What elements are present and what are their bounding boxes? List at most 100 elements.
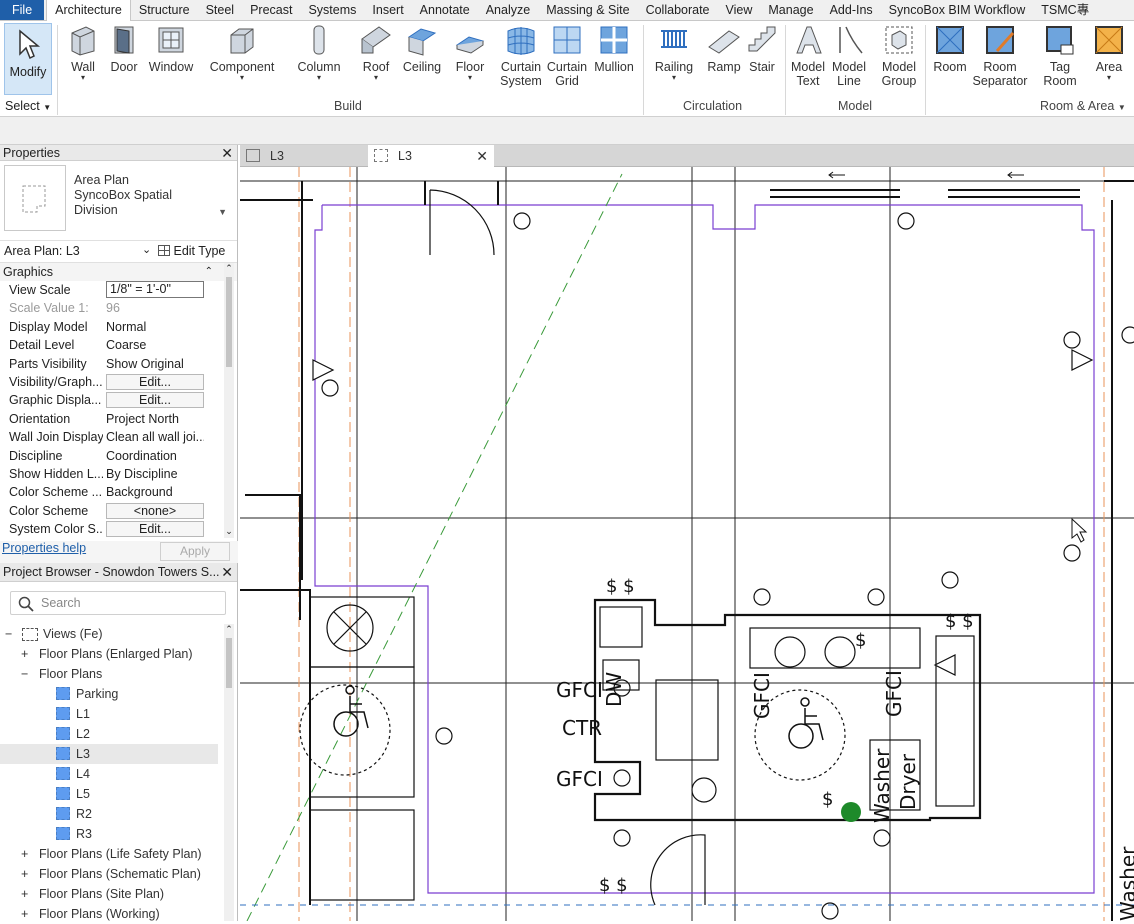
model-text-button[interactable]: Model Text	[788, 23, 828, 88]
expand-icon[interactable]: +	[21, 864, 28, 884]
prop-graphic-display[interactable]: Graphic Displa... Edit...	[0, 391, 237, 409]
prop-color-scheme[interactable]: Color Scheme <none>	[0, 502, 237, 520]
drawing-canvas[interactable]: $ $ $ $ $ $ $ $ GFCI CTR GFCI DW GFCI GF…	[240, 167, 1134, 921]
tree-node-life-safety[interactable]: + Floor Plans (Life Safety Plan)	[0, 844, 218, 864]
prop-parts-visibility[interactable]: Parts Visibility Show Original	[0, 355, 237, 373]
search-input[interactable]: Search	[10, 591, 226, 615]
tree-node-views[interactable]: − Views (Fe)	[0, 624, 218, 644]
properties-scrollbar[interactable]: ⌃ ⌄	[224, 263, 234, 538]
apply-button[interactable]: Apply	[160, 542, 230, 561]
edit-type-button[interactable]: Edit Type	[158, 244, 225, 258]
prop-discipline[interactable]: Discipline Coordination	[0, 447, 237, 465]
tag-room-button[interactable]: Tag Room	[1038, 23, 1082, 88]
prop-wall-join[interactable]: Wall Join Display Clean all wall joi...	[0, 428, 237, 446]
stair-button[interactable]: Stair	[744, 23, 780, 74]
expand-icon[interactable]: +	[21, 904, 28, 924]
ceiling-button[interactable]: Ceiling	[400, 23, 444, 74]
select-dropdown[interactable]: Select ▼	[5, 99, 51, 113]
tab-view[interactable]: View	[718, 0, 761, 20]
close-icon[interactable]: ✕	[476, 145, 488, 167]
close-icon[interactable]: ✕	[221, 563, 233, 582]
type-selector[interactable]: Area Plan SyncoBox Spatial Division ▼	[0, 161, 237, 241]
prop-value[interactable]: Background	[106, 483, 204, 501]
tree-node-site[interactable]: + Floor Plans (Site Plan)	[0, 884, 218, 904]
wall-button[interactable]: Wall ▾	[64, 23, 102, 82]
prop-value[interactable]: Clean all wall joi...	[106, 428, 204, 446]
tab-syncobox[interactable]: SyncoBox BIM Workflow	[881, 0, 1034, 20]
tree-item-l1[interactable]: L1	[0, 704, 218, 724]
room-separator-button[interactable]: Room Separator	[970, 23, 1030, 88]
scroll-up-icon[interactable]: ⌃	[224, 263, 234, 275]
tab-collaborate[interactable]: Collaborate	[638, 0, 718, 20]
prop-value[interactable]: By Discipline	[106, 465, 204, 483]
window-button[interactable]: Window	[146, 23, 196, 74]
tab-massing-site[interactable]: Massing & Site	[538, 0, 637, 20]
tree-item-parking[interactable]: Parking	[0, 684, 218, 704]
color-scheme-button[interactable]: <none>	[106, 502, 204, 519]
tree-node-floor-plans[interactable]: − Floor Plans	[0, 664, 218, 684]
expand-icon[interactable]: +	[21, 844, 28, 864]
edit-button[interactable]: Edit...	[106, 392, 204, 409]
prop-color-scheme-location[interactable]: Color Scheme ... Background	[0, 483, 237, 501]
prop-value[interactable]: Project North	[106, 410, 204, 428]
component-button[interactable]: Component ▾	[207, 23, 277, 82]
tab-insert[interactable]: Insert	[364, 0, 411, 20]
prop-system-color[interactable]: System Color S... Edit...	[0, 520, 237, 538]
model-line-button[interactable]: Model Line	[830, 23, 868, 88]
tree-item-l5[interactable]: L5	[0, 784, 218, 804]
browser-scrollbar[interactable]: ⌃	[224, 624, 234, 921]
area-button[interactable]: Area ▾	[1090, 23, 1128, 82]
prop-show-hidden[interactable]: Show Hidden L... By Discipline	[0, 465, 237, 483]
tab-tsmc[interactable]: TSMC專	[1033, 0, 1097, 20]
mullion-button[interactable]: Mullion	[590, 23, 638, 74]
tab-add-ins[interactable]: Add-Ins	[822, 0, 881, 20]
group-graphics[interactable]: Graphics ⌃	[0, 263, 237, 281]
tree-item-l4[interactable]: L4	[0, 764, 218, 784]
edit-button[interactable]: Edit...	[106, 373, 204, 390]
curtain-system-button[interactable]: Curtain System	[498, 23, 544, 88]
room-button[interactable]: Room	[930, 23, 970, 74]
tab-file[interactable]: File	[0, 0, 45, 20]
model-group-button[interactable]: Model Group	[876, 23, 922, 88]
floor-button[interactable]: Floor ▾	[450, 23, 490, 82]
tab-annotate[interactable]: Annotate	[412, 0, 478, 20]
prop-visibility-graphics[interactable]: Visibility/Graph... Edit...	[0, 373, 237, 391]
prop-orientation[interactable]: Orientation Project North	[0, 410, 237, 428]
door-button[interactable]: Door	[106, 23, 142, 74]
view-tab-l3-first[interactable]: L3	[240, 145, 366, 167]
tab-systems[interactable]: Systems	[300, 0, 364, 20]
tree-node-schematic[interactable]: + Floor Plans (Schematic Plan)	[0, 864, 218, 884]
roof-button[interactable]: Roof ▾	[358, 23, 394, 82]
tree-item-r2[interactable]: R2	[0, 804, 218, 824]
column-button[interactable]: Column ▾	[294, 23, 344, 82]
tab-structure[interactable]: Structure	[131, 0, 198, 20]
close-icon[interactable]: ✕	[221, 145, 233, 161]
tab-precast[interactable]: Precast	[242, 0, 300, 20]
tab-manage[interactable]: Manage	[760, 0, 821, 20]
chevron-down-icon[interactable]: ⌄	[142, 243, 151, 256]
modify-button[interactable]: Modify	[4, 23, 52, 95]
properties-help-link[interactable]: Properties help	[2, 541, 86, 555]
prop-value[interactable]: Normal	[106, 318, 204, 336]
tab-architecture[interactable]: Architecture	[46, 0, 131, 22]
tree-node-working[interactable]: + Floor Plans (Working)	[0, 904, 218, 924]
view-scale-input[interactable]: 1/8" = 1'-0"	[106, 281, 204, 298]
prop-value[interactable]: Show Original	[106, 355, 204, 373]
tree-node-enlarged[interactable]: + Floor Plans (Enlarged Plan)	[0, 644, 218, 664]
view-tab-l3-active[interactable]: L3 ✕	[368, 145, 494, 167]
edit-button[interactable]: Edit...	[106, 521, 204, 538]
collapse-icon[interactable]: −	[21, 664, 28, 684]
scroll-up-icon[interactable]: ⌃	[224, 624, 234, 636]
railing-button[interactable]: Railing ▾	[652, 23, 696, 82]
tree-item-l2[interactable]: L2	[0, 724, 218, 744]
prop-value[interactable]: Coordination	[106, 447, 204, 465]
expand-icon[interactable]: +	[21, 884, 28, 904]
scroll-down-icon[interactable]: ⌄	[224, 526, 234, 538]
expand-icon[interactable]: +	[21, 644, 28, 664]
prop-value[interactable]: Coarse	[106, 336, 204, 354]
collapse-icon[interactable]: −	[5, 624, 12, 644]
tree-item-l3[interactable]: L3	[0, 744, 218, 764]
scroll-thumb[interactable]	[226, 638, 232, 688]
curtain-grid-button[interactable]: Curtain Grid	[545, 23, 589, 88]
tab-steel[interactable]: Steel	[198, 0, 243, 20]
